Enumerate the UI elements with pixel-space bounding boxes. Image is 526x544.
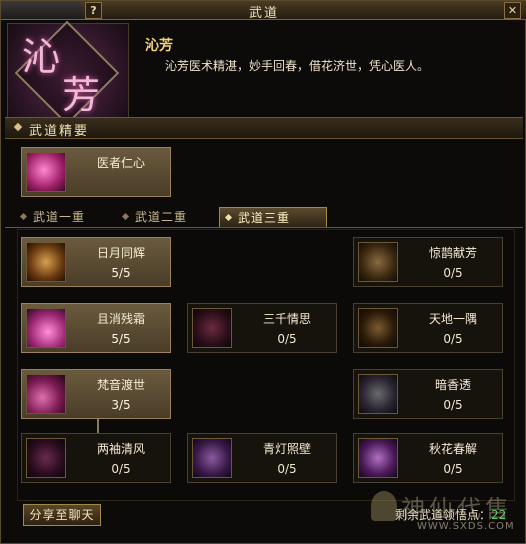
skill-name: 青灯照壁 xyxy=(262,442,311,456)
emblem-char-1: 沁 xyxy=(22,35,61,79)
tab-bullet-icon xyxy=(121,212,130,221)
character-name: 沁芳 xyxy=(145,38,173,54)
skill-name: 暗香透 xyxy=(434,378,471,392)
essentials-label: 武道精要 xyxy=(29,124,90,139)
skill-level: 0/5 xyxy=(443,266,463,280)
diamond-bullet-icon xyxy=(13,122,23,132)
watermark-logo-icon xyxy=(371,491,397,521)
skill-name: 秋花春解 xyxy=(428,442,477,456)
sun-moon-icon xyxy=(26,242,66,282)
skill-slot-6[interactable]: 梵音渡世 3/5 xyxy=(21,369,171,419)
skill-level: 0/5 xyxy=(443,398,463,412)
tree-connector xyxy=(97,417,99,433)
tab-label: 武道一重 xyxy=(33,210,86,224)
skill-name: 两袖清风 xyxy=(96,442,145,456)
tab-tier-2[interactable]: 武道二重 xyxy=(117,207,219,227)
corner-icon xyxy=(358,308,398,348)
emblem-char-2: 芳 xyxy=(62,73,101,117)
tab-tier-1[interactable]: 武道一重 xyxy=(15,207,115,227)
skill-slot-5[interactable]: 天地一隅 0/5 xyxy=(353,303,503,353)
martial-dao-window: ? 武道 ✕ 沁 芳 沁芳 沁芳医术精湛，妙手回春，借花济世，凭心医人。 武道精… xyxy=(0,0,526,544)
frost-icon xyxy=(26,308,66,348)
essential-skill[interactable]: 医者仁心 xyxy=(21,147,171,197)
window-title: 武道 xyxy=(248,6,279,21)
skill-level: 0/5 xyxy=(443,332,463,346)
skill-level: 5/5 xyxy=(111,266,131,280)
skill-name: 惊鹊献芳 xyxy=(428,246,477,260)
tab-tier-3[interactable]: 武道三重 xyxy=(219,207,327,227)
chant-icon xyxy=(26,374,66,414)
skill-level: 5/5 xyxy=(111,332,131,346)
skill-name: 天地一隅 xyxy=(428,312,477,326)
points-value: 22 xyxy=(491,508,507,522)
skill-level: 0/5 xyxy=(443,462,463,476)
skill-slot-4[interactable]: 三千情思 0/5 xyxy=(187,303,337,353)
skill-level: 3/5 xyxy=(111,398,131,412)
tier-tabs: 武道一重 武道二重 武道三重 xyxy=(5,207,523,228)
share-to-chat-button[interactable]: 分享至聊天 xyxy=(23,504,101,526)
healer-heart-icon xyxy=(26,152,66,192)
skill-name: 日月同辉 xyxy=(96,246,145,260)
emblem-text: 沁 芳 xyxy=(22,38,100,114)
skill-slot-7[interactable]: 暗香透 0/5 xyxy=(353,369,503,419)
lamp-icon xyxy=(192,438,232,478)
skill-level: 0/5 xyxy=(111,462,131,476)
skill-slot-2[interactable]: 惊鹊献芳 0/5 xyxy=(353,237,503,287)
skill-name: 梵音渡世 xyxy=(96,378,145,392)
tab-label: 武道三重 xyxy=(238,211,291,225)
points-label: 剩余武道领悟点： xyxy=(395,508,492,522)
skill-name: 医者仁心 xyxy=(96,156,145,170)
skill-slot-1[interactable]: 日月同辉 5/5 xyxy=(21,237,171,287)
character-emblem: 沁 芳 xyxy=(7,20,129,126)
tab-label: 武道二重 xyxy=(135,210,188,224)
skill-slot-9[interactable]: 青灯照壁 0/5 xyxy=(187,433,337,483)
tab-bullet-icon xyxy=(224,213,233,222)
close-button[interactable]: ✕ xyxy=(504,2,521,19)
remaining-points: 剩余武道领悟点：22 xyxy=(395,506,506,523)
flower-icon xyxy=(358,438,398,478)
breeze-icon xyxy=(26,438,66,478)
skill-name: 且消残霜 xyxy=(96,312,145,326)
magpie-icon xyxy=(358,242,398,282)
skill-slot-10[interactable]: 秋花春解 0/5 xyxy=(353,433,503,483)
thoughts-icon xyxy=(192,308,232,348)
tab-bullet-icon xyxy=(19,212,28,221)
character-description: 沁芳医术精湛，妙手回春，借花济世，凭心医人。 xyxy=(165,59,430,73)
skill-level: 0/5 xyxy=(277,332,297,346)
title-bar[interactable]: ? 武道 ✕ xyxy=(1,1,526,21)
essentials-header: 武道精要 xyxy=(5,117,523,139)
skill-name: 三千情思 xyxy=(262,312,311,326)
fragrance-icon xyxy=(358,374,398,414)
skill-slot-8[interactable]: 两袖清风 0/5 xyxy=(21,433,171,483)
skill-slot-3[interactable]: 且消残霜 5/5 xyxy=(21,303,171,353)
skill-level: 0/5 xyxy=(277,462,297,476)
